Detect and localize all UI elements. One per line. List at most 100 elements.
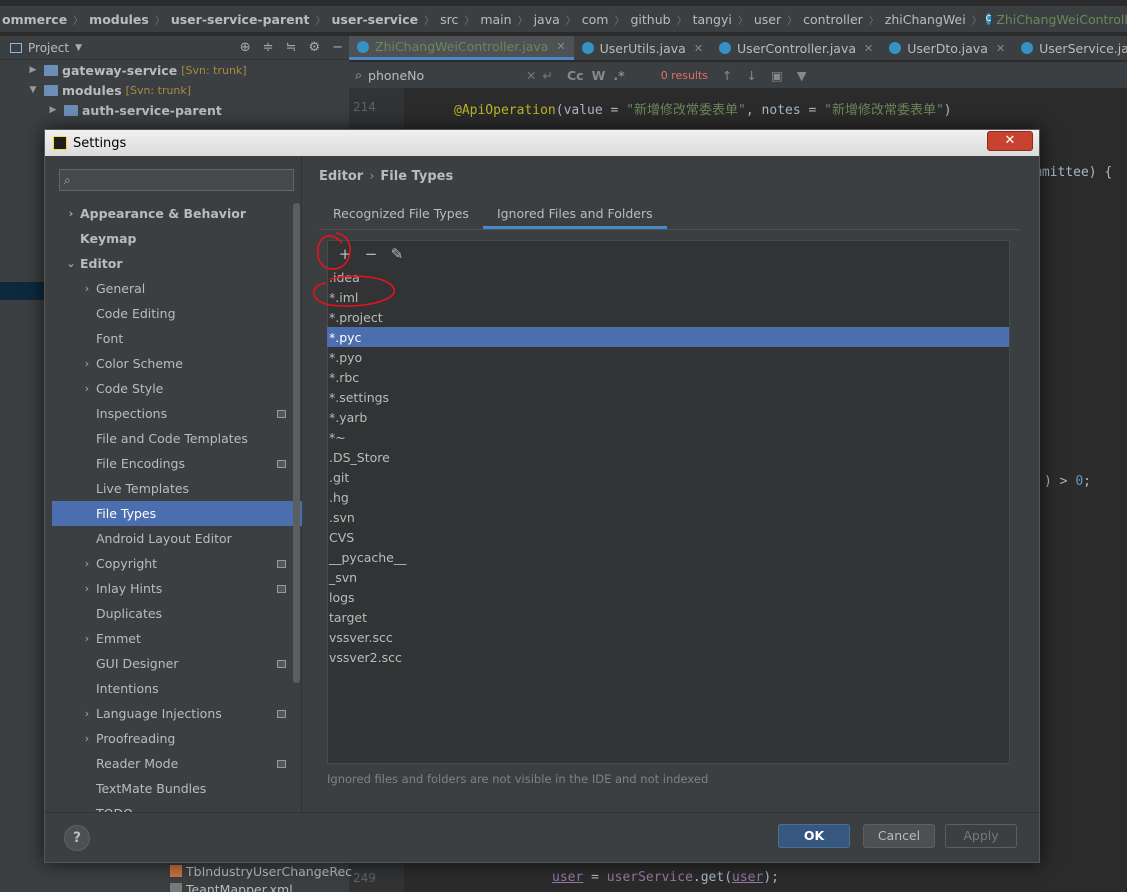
ignored-entry[interactable]: .svn: [327, 507, 1009, 527]
tree-file-item[interactable]: TeantMapper.xml: [170, 880, 352, 892]
selected-tree-row[interactable]: [0, 282, 45, 300]
chevron-down-icon[interactable]: ▼: [75, 43, 82, 53]
settings-item-gui-designer[interactable]: GUI Designer: [52, 651, 302, 676]
match-case-toggle[interactable]: Cc: [567, 68, 584, 83]
breadcrumb-item[interactable]: user: [752, 12, 783, 27]
chevron-right-icon[interactable]: ›: [80, 732, 94, 745]
ignored-entry[interactable]: vssver.scc: [327, 627, 1009, 647]
ignored-entry[interactable]: vssver2.scc: [327, 647, 1009, 667]
settings-item-inspections[interactable]: Inspections: [52, 401, 302, 426]
settings-item-reader-mode[interactable]: Reader Mode: [52, 751, 302, 776]
breadcrumb-item[interactable]: user-service: [330, 12, 421, 27]
chevron-right-icon[interactable]: ›: [80, 582, 94, 595]
breadcrumb-item[interactable]: com: [580, 12, 611, 27]
close-tab-icon[interactable]: ✕: [556, 40, 565, 53]
breadcrumb-item[interactable]: tangyi: [691, 12, 734, 27]
gear-icon[interactable]: ⚙: [308, 40, 320, 55]
chevron-right-icon[interactable]: ›: [80, 557, 94, 570]
breadcrumb-item[interactable]: user-service-parent: [169, 12, 312, 27]
expand-all-icon[interactable]: ≒: [286, 40, 297, 55]
project-tree-item[interactable]: ▶ auth-service-parent: [0, 100, 349, 120]
settings-search-input[interactable]: ⌕: [59, 169, 294, 191]
project-tree-item[interactable]: ▼ modules [Svn: trunk]: [0, 80, 349, 100]
apply-button[interactable]: Apply: [945, 824, 1017, 848]
settings-item-general[interactable]: › General: [52, 276, 302, 301]
breadcrumb-item[interactable]: java: [532, 12, 562, 27]
newline-icon[interactable]: ↵: [543, 68, 553, 83]
help-button[interactable]: ?: [64, 825, 90, 851]
close-tab-icon[interactable]: ✕: [864, 42, 873, 55]
editor-tab[interactable]: UserUtils.java ✕: [574, 36, 711, 60]
settings-item-duplicates[interactable]: Duplicates: [52, 601, 302, 626]
settings-item-editor[interactable]: ⌄ Editor: [52, 251, 302, 276]
breadcrumb-item[interactable]: ZhiChangWeiController: [994, 12, 1127, 27]
clear-icon[interactable]: ✕: [526, 68, 536, 83]
settings-item-proofreading[interactable]: › Proofreading: [52, 726, 302, 751]
settings-item-code-editing[interactable]: Code Editing: [52, 301, 302, 326]
settings-item-file-encodings[interactable]: File Encodings: [52, 451, 302, 476]
close-button[interactable]: ✕: [987, 131, 1033, 151]
select-all-icon[interactable]: ▣: [771, 68, 783, 83]
settings-item-keymap[interactable]: Keymap: [52, 226, 302, 251]
chevron-right-icon[interactable]: ›: [80, 357, 94, 370]
regex-toggle[interactable]: .*: [613, 68, 624, 83]
editor-tab[interactable]: UserService.java✕: [1013, 36, 1127, 60]
ignored-entry[interactable]: *~: [327, 427, 1009, 447]
settings-item-inlay-hints[interactable]: › Inlay Hints: [52, 576, 302, 601]
whole-word-toggle[interactable]: W: [592, 68, 606, 83]
settings-item-file-types[interactable]: File Types: [52, 501, 302, 526]
previous-occurrence-icon[interactable]: ↑: [722, 68, 732, 83]
tab-ignored-files-and-folders[interactable]: Ignored Files and Folders: [482, 202, 667, 229]
ignored-entry[interactable]: *.rbc: [327, 367, 1009, 387]
ignored-entry[interactable]: *.pyc: [327, 327, 1009, 347]
chevron-down-icon[interactable]: ▼: [26, 85, 40, 95]
settings-item-language-injections[interactable]: › Language Injections: [52, 701, 302, 726]
settings-item-color-scheme[interactable]: › Color Scheme: [52, 351, 302, 376]
settings-item-font[interactable]: Font: [52, 326, 302, 351]
ignored-entry[interactable]: .hg: [327, 487, 1009, 507]
project-panel-title[interactable]: Project: [28, 41, 69, 55]
editor-tab[interactable]: UserDto.java ✕: [881, 36, 1013, 60]
settings-item-textmate-bundles[interactable]: TextMate Bundles: [52, 776, 302, 801]
close-tab-icon[interactable]: ✕: [694, 42, 703, 55]
hide-icon[interactable]: −: [332, 40, 343, 55]
breadcrumb-item[interactable]: modules: [87, 12, 151, 27]
find-input[interactable]: ⌕ phoneNo ✕ ↵: [349, 64, 559, 86]
ignored-entry[interactable]: logs: [327, 587, 1009, 607]
breadcrumb-item[interactable]: zhiChangWei: [883, 12, 968, 27]
breadcrumb-item[interactable]: controller: [801, 12, 865, 27]
edit-icon[interactable]: ✎: [388, 245, 406, 263]
settings-item-appearance-behavior[interactable]: › Appearance & Behavior: [52, 201, 302, 226]
settings-item-copyright[interactable]: › Copyright: [52, 551, 302, 576]
ignored-entry[interactable]: target: [327, 607, 1009, 627]
ignored-entry[interactable]: _svn: [327, 567, 1009, 587]
ignored-entry[interactable]: .idea: [327, 267, 1009, 287]
sidebar-scrollbar[interactable]: [293, 203, 300, 683]
settings-item-emmet[interactable]: › Emmet: [52, 626, 302, 651]
remove-icon[interactable]: −: [362, 245, 380, 263]
editor-tab[interactable]: ZhiChangWeiController.java ✕: [349, 36, 574, 60]
settings-item-intentions[interactable]: Intentions: [52, 676, 302, 701]
ignored-entry[interactable]: .git: [327, 467, 1009, 487]
project-tree-item[interactable]: ▶ gateway-service [Svn: trunk]: [0, 60, 349, 80]
locate-icon[interactable]: ⊕: [240, 40, 251, 55]
chevron-right-icon[interactable]: ›: [80, 632, 94, 645]
ignored-entry[interactable]: .DS_Store: [327, 447, 1009, 467]
ignored-entry[interactable]: *.pyo: [327, 347, 1009, 367]
breadcrumb-item[interactable]: main: [478, 12, 513, 27]
tab-recognized-file-types[interactable]: Recognized File Types: [319, 202, 483, 229]
close-tab-icon[interactable]: ✕: [996, 42, 1005, 55]
tree-file-item[interactable]: TbIndustryUserChangeRec: [170, 862, 352, 880]
ignored-entry[interactable]: CVS: [327, 527, 1009, 547]
add-icon[interactable]: +: [336, 245, 354, 263]
breadcrumb-item[interactable]: src: [438, 12, 460, 27]
chevron-right-icon[interactable]: ›: [64, 207, 78, 220]
settings-item-live-templates[interactable]: Live Templates: [52, 476, 302, 501]
ignored-entry[interactable]: *.yarb: [327, 407, 1009, 427]
breadcrumb-item[interactable]: ommerce: [0, 12, 69, 27]
settings-item-code-style[interactable]: › Code Style: [52, 376, 302, 401]
editor-tab[interactable]: UserController.java ✕: [711, 36, 881, 60]
ignored-entry[interactable]: *.settings: [327, 387, 1009, 407]
ignored-entry[interactable]: __pycache__: [327, 547, 1009, 567]
ignored-entry[interactable]: *.project: [327, 307, 1009, 327]
